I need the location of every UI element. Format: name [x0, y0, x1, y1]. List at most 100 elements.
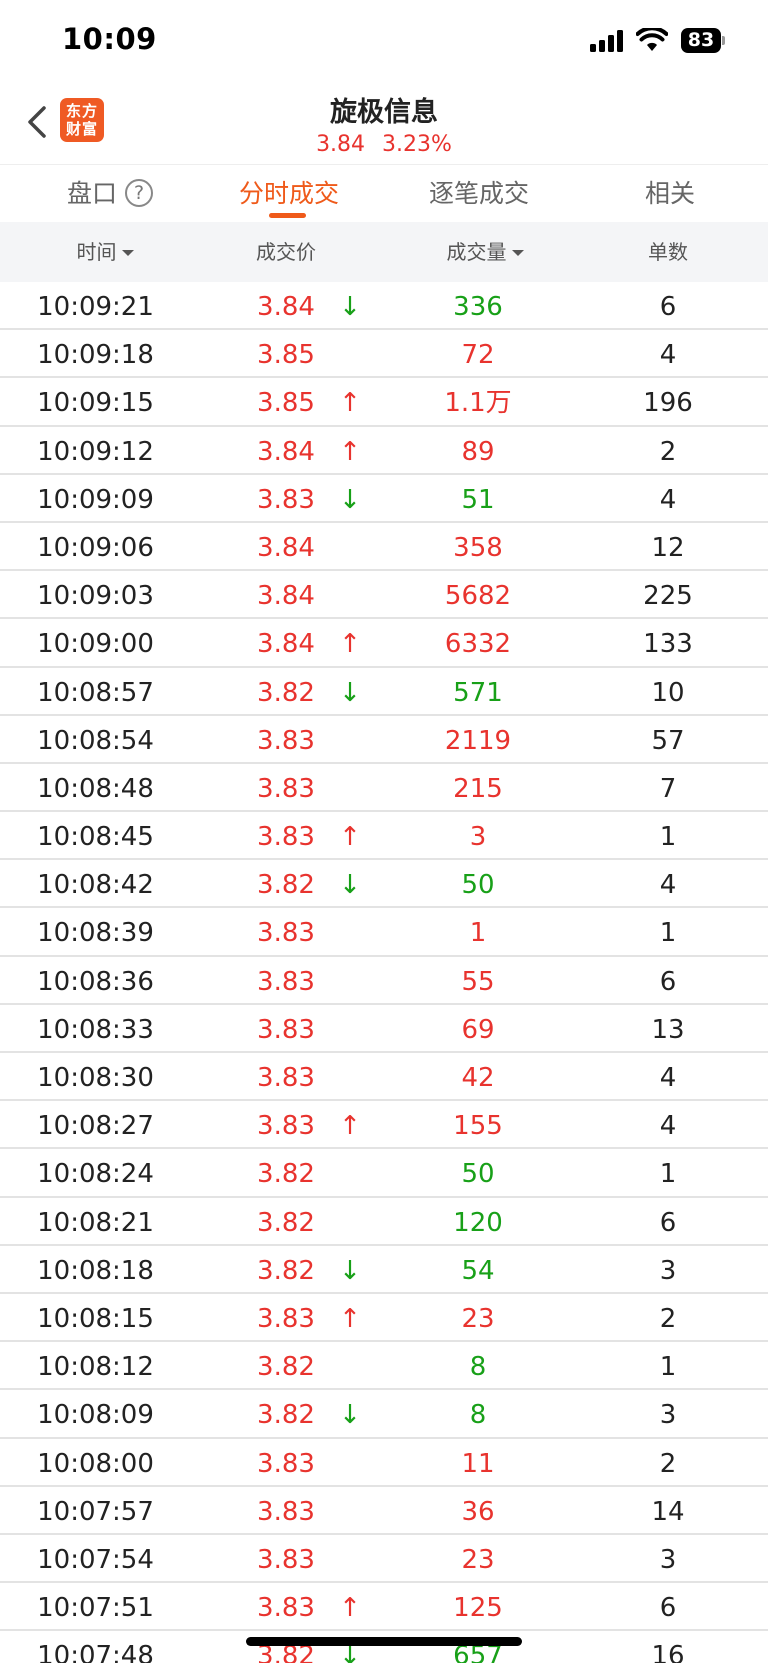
trade-count: 6	[659, 1207, 677, 1238]
trade-row: 10:09:09 3.83 ↓ 51 4	[0, 475, 768, 523]
trade-price: 3.83	[257, 822, 315, 853]
column-volume-sort[interactable]: 成交量	[410, 222, 560, 282]
trade-count: 4	[659, 340, 677, 371]
trade-volume: 8	[469, 1352, 487, 1383]
trade-row: 10:09:18 3.85 72 4	[0, 330, 768, 379]
trade-row: 10:09:03 3.84 5682 225	[0, 571, 768, 620]
trade-row: 10:08:45 3.83 ↑ 3 1	[0, 812, 768, 861]
trade-price: 3.82	[257, 1255, 315, 1286]
arrow-down-icon: ↓	[339, 1400, 361, 1431]
tab-tick-trades[interactable]: 逐笔成交	[404, 165, 554, 223]
battery-level: 83	[681, 28, 721, 53]
trade-price: 3.83	[257, 773, 315, 804]
arrow-down-icon: ↓	[339, 1641, 361, 1663]
trade-volume: 1	[469, 918, 487, 949]
trade-row: 10:09:00 3.84 ↑ 6332 133	[0, 619, 768, 668]
column-time-sort[interactable]: 时间	[40, 222, 170, 282]
wifi-icon	[636, 28, 668, 51]
status-time: 10:09	[62, 22, 157, 56]
trade-count: 2	[659, 436, 677, 467]
trade-time: 10:08:54	[37, 725, 154, 756]
trade-row: 10:08:24 3.82 50 1	[0, 1149, 768, 1198]
trade-price: 3.83	[257, 1593, 315, 1624]
stock-quote: 3.84 3.23%	[0, 132, 768, 157]
trade-count: 4	[659, 870, 677, 901]
trade-row: 10:08:33 3.83 69 13	[0, 1005, 768, 1053]
trade-row: 10:08:42 3.82 ↓ 50 4	[0, 860, 768, 909]
trade-count: 6	[659, 292, 677, 322]
trade-count: 6	[659, 1593, 677, 1624]
trade-price: 3.83	[257, 1448, 315, 1479]
trade-count: 16	[651, 1641, 685, 1663]
trade-count: 57	[651, 725, 685, 756]
trade-count: 225	[643, 581, 693, 612]
trade-time: 10:09:15	[37, 388, 154, 419]
trade-price: 3.82	[257, 677, 315, 708]
arrow-down-icon: ↓	[339, 1255, 361, 1286]
trade-price: 3.84	[257, 436, 315, 467]
trade-count: 7	[659, 773, 677, 804]
trade-price: 3.82	[257, 1207, 315, 1238]
status-bar: 10:09 83	[0, 0, 768, 84]
trade-row: 10:08:39 3.83 1 1	[0, 908, 768, 957]
arrow-down-icon: ↓	[339, 292, 361, 322]
trade-volume: 1.1万	[444, 388, 512, 419]
trade-volume: 11	[461, 1448, 495, 1479]
trade-time: 10:08:45	[37, 822, 154, 853]
stock-header: 东方 财富 旋极信息 3.84 3.23%	[0, 84, 768, 164]
trade-count: 133	[643, 629, 693, 660]
tab-related[interactable]: 相关	[620, 165, 720, 223]
trade-row: 10:08:12 3.82 8 1	[0, 1342, 768, 1391]
trade-time: 10:09:03	[37, 581, 154, 612]
trade-count: 1	[659, 918, 677, 949]
trade-time: 10:08:57	[37, 677, 154, 708]
trade-row: 10:08:54 3.83 2119 57	[0, 716, 768, 764]
arrow-up-icon: ↑	[339, 1303, 361, 1334]
trade-volume: 55	[461, 966, 495, 997]
trade-time: 10:07:57	[37, 1496, 154, 1527]
trade-row: 10:08:18 3.82 ↓ 54 3	[0, 1246, 768, 1294]
tab-order-book[interactable]: 盘口?	[50, 165, 170, 223]
trade-volume: 72	[461, 340, 495, 371]
trade-price: 3.83	[257, 1496, 315, 1527]
arrow-down-icon: ↓	[339, 677, 361, 708]
arrow-up-icon: ↑	[339, 1593, 361, 1624]
trade-price: 3.84	[257, 532, 315, 563]
trade-volume: 89	[461, 436, 495, 467]
trade-price: 3.83	[257, 966, 315, 997]
arrow-up-icon: ↑	[339, 388, 361, 419]
trade-count: 4	[659, 1111, 677, 1142]
trade-volume: 3	[469, 822, 487, 853]
active-tab-indicator	[269, 213, 306, 218]
trade-count: 3	[659, 1400, 677, 1431]
sort-caret-icon	[511, 250, 524, 256]
trade-row: 10:07:51 3.83 ↑ 125 6	[0, 1583, 768, 1632]
trade-time: 10:08:00	[37, 1448, 154, 1479]
trade-time: 10:08:42	[37, 870, 154, 901]
stock-name: 旋极信息	[330, 97, 438, 128]
trade-row: 10:07:48 3.82 ↓ 657 16	[0, 1631, 768, 1663]
trade-price: 3.83	[257, 484, 315, 515]
arrow-up-icon: ↑	[339, 436, 361, 467]
trade-price: 3.82	[257, 1641, 315, 1663]
trade-volume: 5682	[444, 581, 512, 612]
trade-count: 2	[659, 1303, 677, 1334]
trade-volume: 50	[461, 870, 495, 901]
trade-time: 10:09:06	[37, 532, 154, 563]
trade-price: 3.82	[257, 870, 315, 901]
trade-row: 10:08:30 3.83 42 4	[0, 1053, 768, 1102]
trade-time: 10:08:30	[37, 1063, 154, 1093]
trade-time: 10:09:18	[37, 340, 154, 371]
trade-volume: 125	[453, 1593, 503, 1624]
trade-row: 10:07:54 3.83 23 3	[0, 1535, 768, 1584]
trade-list[interactable]: 10:09:21 3.84 ↓ 336 6 10:09:18 3.85 72 4 10:09:15…	[0, 282, 768, 1663]
trade-volume: 120	[453, 1207, 503, 1238]
trade-volume: 336	[453, 292, 503, 322]
trade-row: 10:07:57 3.83 36 14	[0, 1487, 768, 1535]
column-header: 时间 成交价 成交量 单数	[0, 222, 768, 282]
trade-time: 10:09:00	[37, 629, 154, 660]
help-icon[interactable]: ?	[125, 179, 153, 207]
sort-caret-icon	[121, 250, 134, 256]
trade-row: 10:09:12 3.84 ↑ 89 2	[0, 427, 768, 475]
trade-row: 10:09:15 3.85 ↑ 1.1万 196	[0, 378, 768, 427]
